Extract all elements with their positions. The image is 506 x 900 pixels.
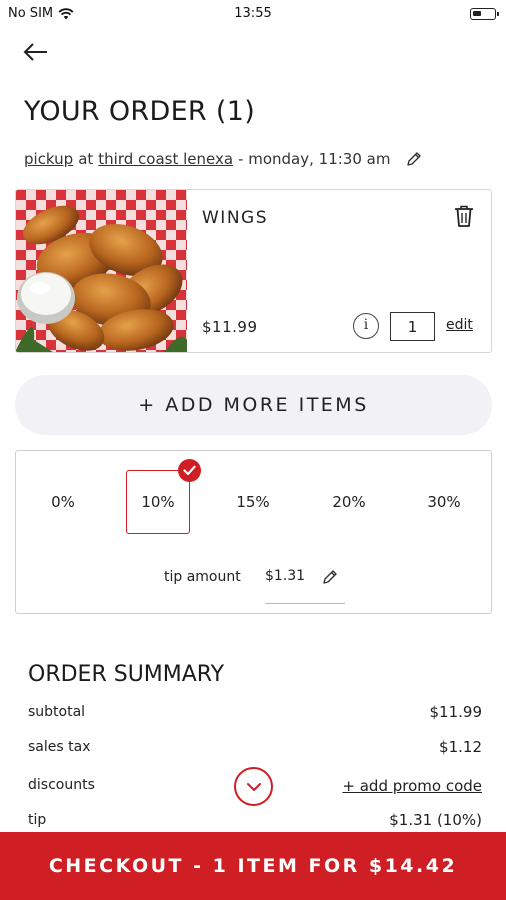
tip-option-15[interactable]: 15%: [221, 470, 285, 534]
tip-option-label: 20%: [332, 493, 366, 511]
tip-value: $1.31 (10%): [389, 811, 482, 829]
tip-option-label: 30%: [427, 493, 461, 511]
item-photo: [16, 190, 187, 352]
back-button[interactable]: [20, 38, 54, 66]
checkout-button[interactable]: CHECKOUT - 1 ITEM FOR $14.42: [0, 832, 506, 900]
location-link[interactable]: third coast lenexa: [98, 150, 233, 168]
order-method-link[interactable]: pickup: [24, 150, 73, 168]
pencil-icon[interactable]: [321, 568, 339, 586]
info-icon[interactable]: i: [353, 313, 379, 339]
discounts-toggle[interactable]: [234, 767, 273, 806]
trash-icon[interactable]: [453, 204, 475, 228]
order-meta: pickup at third coast lenexa - monday, 1…: [24, 150, 423, 168]
battery-icon: [470, 8, 499, 20]
edit-item-link[interactable]: edit: [446, 317, 473, 333]
tip-label: tip: [28, 812, 47, 828]
chevron-down-icon: [246, 782, 261, 791]
item-name: WINGS: [202, 208, 269, 228]
order-time: - monday, 11:30 am: [238, 150, 391, 168]
subtotal-value: $11.99: [429, 703, 483, 721]
wings-image: [16, 190, 187, 352]
tip-option-0[interactable]: 0%: [31, 470, 95, 534]
tip-option-label: 10%: [141, 493, 175, 511]
sales-tax-value: $1.12: [439, 738, 482, 756]
clock: 13:55: [234, 6, 272, 21]
tip-option-20[interactable]: 20%: [317, 470, 381, 534]
cart-item-card: WINGS $11.99 i edit: [15, 189, 492, 353]
tip-amount-label: tip amount: [164, 569, 241, 585]
add-more-items-button[interactable]: + ADD MORE ITEMS: [15, 375, 492, 435]
sales-tax-label: sales tax: [28, 739, 91, 755]
order-summary-title: ORDER SUMMARY: [28, 662, 225, 687]
tip-option-label: 0%: [51, 493, 75, 511]
tip-option-10[interactable]: 10%: [126, 459, 201, 534]
subtotal-label: subtotal: [28, 704, 86, 720]
status-bar: No SIM 13:55: [0, 0, 506, 28]
tip-option-30[interactable]: 30%: [412, 470, 476, 534]
add-promo-code-link[interactable]: + add promo code: [342, 777, 482, 795]
tip-card: 0% 10% 15% 20% 30% tip amount $1.31: [15, 450, 492, 614]
tip-amount-value[interactable]: $1.31: [265, 568, 305, 584]
discounts-label: discounts: [28, 777, 95, 793]
check-icon: [178, 459, 201, 482]
page-title: YOUR ORDER (1): [24, 96, 256, 127]
order-meta-at: at: [78, 150, 94, 168]
item-price: $11.99: [202, 318, 258, 336]
quantity-input[interactable]: [390, 312, 435, 341]
battery-level: [473, 11, 481, 16]
tip-option-label: 15%: [236, 493, 270, 511]
tip-amount-underline: [265, 603, 345, 604]
pencil-icon[interactable]: [405, 150, 423, 168]
arrow-left-icon: [23, 43, 47, 61]
